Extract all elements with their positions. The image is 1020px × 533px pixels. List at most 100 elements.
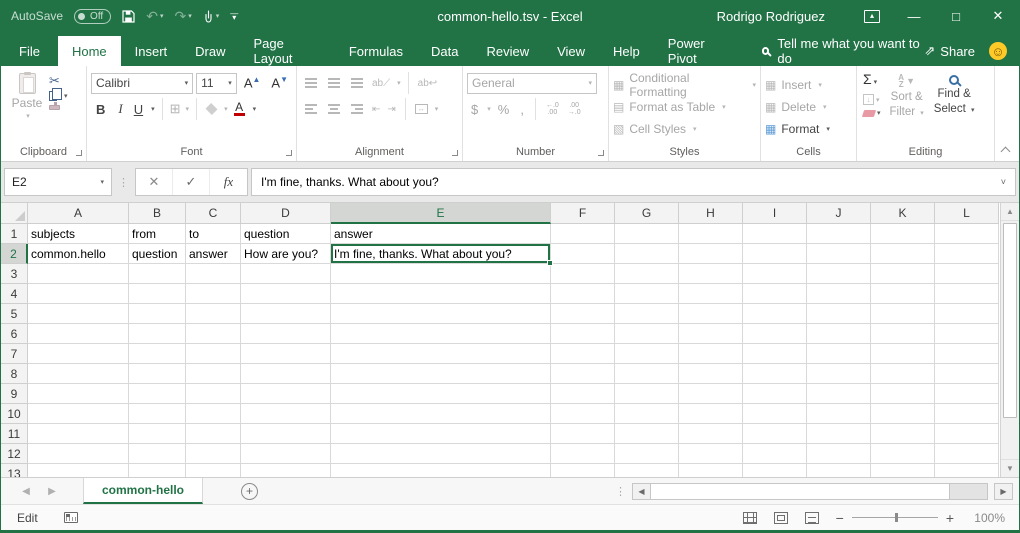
cell-J13[interactable] (807, 464, 871, 477)
cell-I7[interactable] (743, 344, 807, 364)
zoom-out-button[interactable]: − (836, 511, 844, 525)
cell-G4[interactable] (615, 284, 679, 304)
scroll-left-icon[interactable]: ◀ (633, 484, 650, 499)
cell-H5[interactable] (679, 304, 743, 324)
cell-B13[interactable] (129, 464, 186, 477)
tab-view[interactable]: View (543, 36, 599, 66)
cell-A4[interactable] (28, 284, 129, 304)
cell-C11[interactable] (186, 424, 241, 444)
row-header-13[interactable]: 13 (1, 464, 28, 477)
cell-B8[interactable] (129, 364, 186, 384)
cell-K12[interactable] (871, 444, 935, 464)
cell-A6[interactable] (28, 324, 129, 344)
row-header-12[interactable]: 12 (1, 444, 28, 464)
cell-D4[interactable] (241, 284, 331, 304)
cell-C4[interactable] (186, 284, 241, 304)
sort-filter-button[interactable]: AZ▼ Sort & Filter ▾ (885, 70, 929, 143)
cell-I6[interactable] (743, 324, 807, 344)
maximize-button[interactable]: □ (935, 0, 977, 32)
cell-H7[interactable] (679, 344, 743, 364)
conditional-formatting-button[interactable]: ▦Conditional Formatting▾ (613, 74, 756, 95)
page-layout-view-button[interactable] (774, 512, 788, 524)
cell-G13[interactable] (615, 464, 679, 477)
column-header-A[interactable]: A (28, 203, 129, 224)
cell-C6[interactable] (186, 324, 241, 344)
tab-review[interactable]: Review (472, 36, 543, 66)
zoom-slider-thumb[interactable] (895, 513, 898, 522)
number-format-combo[interactable]: General▾ (467, 73, 597, 94)
cell-D1[interactable]: question (241, 224, 331, 244)
cell-D3[interactable] (241, 264, 331, 284)
cell-H12[interactable] (679, 444, 743, 464)
cell-I11[interactable] (743, 424, 807, 444)
vertical-scrollbar-thumb[interactable] (1003, 223, 1017, 418)
cell-E5[interactable] (331, 304, 551, 324)
clear-button[interactable]: ▾ (863, 109, 881, 117)
cell-C3[interactable] (186, 264, 241, 284)
cell-A5[interactable] (28, 304, 129, 324)
row-header-2[interactable]: 2 (1, 244, 28, 264)
cell-F6[interactable] (551, 324, 615, 344)
vertical-scrollbar[interactable]: ▲ ▼ (1000, 203, 1019, 477)
cell-J4[interactable] (807, 284, 871, 304)
cell-I12[interactable] (743, 444, 807, 464)
cell-J5[interactable] (807, 304, 871, 324)
zoom-level[interactable]: 100% (971, 511, 1005, 525)
cell-L8[interactable] (935, 364, 999, 384)
tab-data[interactable]: Data (417, 36, 472, 66)
cell-L3[interactable] (935, 264, 999, 284)
cell-E6[interactable] (331, 324, 551, 344)
cell-B10[interactable] (129, 404, 186, 424)
cell-H6[interactable] (679, 324, 743, 344)
cell-C1[interactable]: to (186, 224, 241, 244)
new-sheet-button[interactable]: + (241, 483, 258, 500)
minimize-button[interactable]: — (893, 0, 935, 32)
cell-E2[interactable]: I'm fine, thanks. What about you? (331, 244, 551, 264)
save-button[interactable] (122, 10, 135, 23)
cell-A9[interactable] (28, 384, 129, 404)
increase-decimal-button[interactable]: ←.0.00 (543, 102, 562, 116)
column-header-H[interactable]: H (679, 203, 743, 224)
cell-D12[interactable] (241, 444, 331, 464)
row-header-3[interactable]: 3 (1, 264, 28, 284)
cell-B12[interactable] (129, 444, 186, 464)
format-painter-button[interactable] (49, 105, 60, 110)
insert-cells-button[interactable]: ▦Insert▾ (765, 74, 852, 95)
cell-F5[interactable] (551, 304, 615, 324)
fill-color-button[interactable] (206, 103, 218, 115)
cell-H9[interactable] (679, 384, 743, 404)
cell-B7[interactable] (129, 344, 186, 364)
cell-E7[interactable] (331, 344, 551, 364)
copy-button[interactable]: ▾ (49, 91, 68, 101)
next-sheet-button[interactable]: ▶ (39, 478, 65, 504)
cell-G5[interactable] (615, 304, 679, 324)
row-header-7[interactable]: 7 (1, 344, 28, 364)
borders-button[interactable]: ⊞ (170, 101, 181, 117)
cut-button[interactable]: ✂ (49, 74, 68, 87)
cell-I10[interactable] (743, 404, 807, 424)
cell-F10[interactable] (551, 404, 615, 424)
find-select-button[interactable]: Find & Select ▾ (929, 70, 980, 143)
cell-G9[interactable] (615, 384, 679, 404)
cell-J1[interactable] (807, 224, 871, 244)
column-header-G[interactable]: G (615, 203, 679, 224)
select-all-button[interactable] (1, 203, 28, 224)
scroll-up-icon[interactable]: ▲ (1001, 203, 1019, 221)
dialog-launcher-icon[interactable] (76, 150, 82, 156)
cell-C12[interactable] (186, 444, 241, 464)
cell-C8[interactable] (186, 364, 241, 384)
share-button[interactable]: ⇗Share (924, 43, 975, 59)
cell-B6[interactable] (129, 324, 186, 344)
column-header-L[interactable]: L (935, 203, 999, 224)
cell-K5[interactable] (871, 304, 935, 324)
cell-J8[interactable] (807, 364, 871, 384)
cell-F4[interactable] (551, 284, 615, 304)
increase-indent-button[interactable]: ⇥ (385, 104, 397, 115)
top-align-button[interactable] (305, 78, 317, 88)
cell-B4[interactable] (129, 284, 186, 304)
cell-I1[interactable] (743, 224, 807, 244)
cell-H4[interactable] (679, 284, 743, 304)
cell-I13[interactable] (743, 464, 807, 477)
zoom-in-button[interactable]: + (946, 511, 954, 525)
row-header-1[interactable]: 1 (1, 224, 28, 244)
